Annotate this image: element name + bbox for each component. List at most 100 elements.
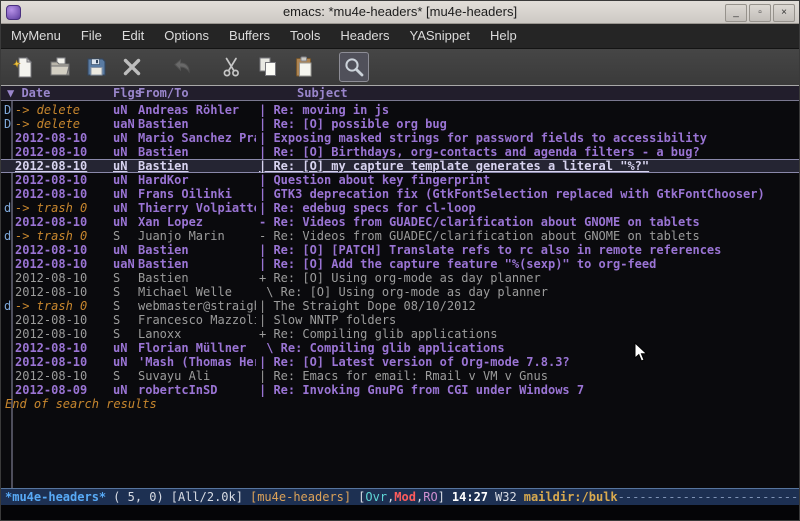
message-subject: - Re: Videos from GUADEC/clarification a… [259,215,799,229]
undo-icon [170,55,194,79]
message-subject: | Re: [O] my capture template generates … [259,159,799,173]
mark-char: D [4,103,11,117]
copy-button[interactable] [253,52,283,82]
paste-button[interactable] [289,52,319,82]
modeline-time: 14:27 [452,490,488,504]
paste-icon [292,55,316,79]
message-row[interactable]: 2012-08-10uNFlorian Müllner \ Re: Compil… [1,341,799,355]
message-flags: S [113,271,120,285]
mark-action: -> trash 0 [15,201,87,215]
modeline-buffer-name: *mu4e-headers* [5,490,106,504]
message-from: Bastien [138,257,256,271]
header-line: ▼ Date Flgs From/To Subject [1,86,799,101]
open-file-button[interactable] [45,52,75,82]
message-subject: | Exposing masked strings for password f… [259,131,799,145]
message-flags: uN [113,243,127,257]
column-from[interactable]: From/To [138,86,189,100]
titlebar[interactable]: emacs: *mu4e-headers* [mu4e-headers] _ ▫… [1,1,799,24]
menu-options[interactable]: Options [154,24,219,48]
message-from: Suvayu Ali [138,369,256,383]
message-flags: uaN [113,117,135,131]
message-flags: S [113,369,120,383]
message-row[interactable]: d-> trash 0Swebmaster@straightd...| The … [1,299,799,313]
modeline-modified: Mod [394,490,416,504]
search-button[interactable] [339,52,369,82]
message-flags: S [113,313,120,327]
message-row[interactable]: 2012-08-10SBastien+ Re: [O] Using org-mo… [1,271,799,285]
new-file-button[interactable] [9,52,39,82]
message-row[interactable]: d-> trash 0uNThierry Volpiatto| Re: edeb… [1,201,799,215]
message-subject: | The Straight Dope 08/10/2012 [259,299,799,313]
search-icon [342,55,366,79]
message-date: 2012-08-10 [15,215,87,229]
message-row[interactable]: 2012-08-10uNBastien| Re: [O] Birthdays, … [1,145,799,159]
message-row[interactable]: 2012-08-09uNrobertcInSD| Re: Invoking Gn… [1,383,799,397]
menu-headers[interactable]: Headers [330,24,399,48]
message-date: 2012-08-10 [15,369,87,383]
message-flags: S [113,327,120,341]
message-from: Bastien [138,117,256,131]
modeline-week: W32 [495,490,517,504]
menu-edit[interactable]: Edit [112,24,154,48]
menu-file[interactable]: File [71,24,112,48]
message-row[interactable]: 2012-08-10uNBastien| Re: [O] my capture … [1,159,799,173]
menu-mymenu[interactable]: MyMenu [1,24,71,48]
sort-column-date[interactable]: ▼ Date [7,86,50,100]
message-list: D-> deleteuNAndreas Röhler| Re: moving i… [1,103,799,411]
message-subject: \ Re: Compiling glib applications [259,341,799,355]
message-subject: | GTK3 deprecation fix (GtkFontSelection… [259,187,799,201]
menu-bar: MyMenuFileEditOptionsBuffersToolsHeaders… [1,24,799,49]
message-from: Bastien [138,145,256,159]
message-from: Bastien [138,159,256,173]
message-subject: + Re: Compiling glib applications [259,327,799,341]
cut-button[interactable] [217,52,247,82]
message-row[interactable]: 2012-08-10SLanoxx+ Re: Compiling glib ap… [1,327,799,341]
minimize-button[interactable]: _ [725,4,747,22]
modeline-major-mode: [mu4e-headers] [250,490,351,504]
message-row[interactable]: d-> trash 0SJuanjo Marin- Re: Videos fro… [1,229,799,243]
modeline-size: [All/2.0k] [171,490,243,504]
message-row[interactable]: 2012-08-10uNBastien| Re: [O] [PATCH] Tra… [1,243,799,257]
column-subject[interactable]: Subject [297,86,348,100]
close-buffer-button[interactable] [117,52,147,82]
mark-action: -> delete [15,117,80,131]
message-date: 2012-08-10 [15,285,87,299]
window-title: emacs: *mu4e-headers* [mu4e-headers] [1,1,799,23]
cut-icon [220,55,244,79]
maximize-button[interactable]: ▫ [749,4,771,22]
menu-yasnippet[interactable]: YASnippet [399,24,479,48]
new-file-icon [12,55,36,79]
message-row[interactable]: 2012-08-10SMichael Welle \ Re: [O] Using… [1,285,799,299]
message-from: Thierry Volpiatto [138,201,256,215]
message-row[interactable]: 2012-08-10SSuvayu Ali| Re: Emacs for ema… [1,369,799,383]
message-from: Michael Welle [138,285,256,299]
mode-line[interactable]: *mu4e-headers* ( 5, 0) [All/2.0k] [mu4e-… [1,488,799,505]
undo-button[interactable] [167,52,197,82]
message-flags: uN [113,341,127,355]
message-row[interactable]: 2012-08-10SFrancesco Mazzoli| Slow NNTP … [1,313,799,327]
message-row[interactable]: D-> deleteuaNBastien| Re: [O] possible o… [1,117,799,131]
message-row[interactable]: 2012-08-10uNXan Lopez- Re: Videos from G… [1,215,799,229]
save-buffer-icon [84,55,108,79]
message-flags: S [113,299,120,313]
message-row[interactable]: 2012-08-10uN'Mash (Thomas Herbert)| Re: … [1,355,799,369]
message-from: Bastien [138,271,256,285]
message-row[interactable]: 2012-08-10uNMario Sanchez Prada| Exposin… [1,131,799,145]
menu-buffers[interactable]: Buffers [219,24,280,48]
close-button[interactable]: × [773,4,795,22]
menu-help[interactable]: Help [480,24,527,48]
minibuffer[interactable] [1,505,799,521]
message-from: Mario Sanchez Prada [138,131,256,145]
message-flags: uN [113,383,127,397]
message-row[interactable]: D-> deleteuNAndreas Röhler| Re: moving i… [1,103,799,117]
message-date: 2012-08-10 [15,173,87,187]
message-row[interactable]: 2012-08-10uNFrans Oilinki| GTK3 deprecat… [1,187,799,201]
modeline-position: ( 5, 0) [113,490,164,504]
save-buffer-button[interactable] [81,52,111,82]
message-date: 2012-08-10 [15,327,87,341]
message-flags: uN [113,215,127,229]
message-from: Juanjo Marin [138,229,256,243]
message-row[interactable]: 2012-08-10uNHardKor| Question about key … [1,173,799,187]
menu-tools[interactable]: Tools [280,24,330,48]
message-row[interactable]: 2012-08-10uaNBastien| Re: [O] Add the ca… [1,257,799,271]
